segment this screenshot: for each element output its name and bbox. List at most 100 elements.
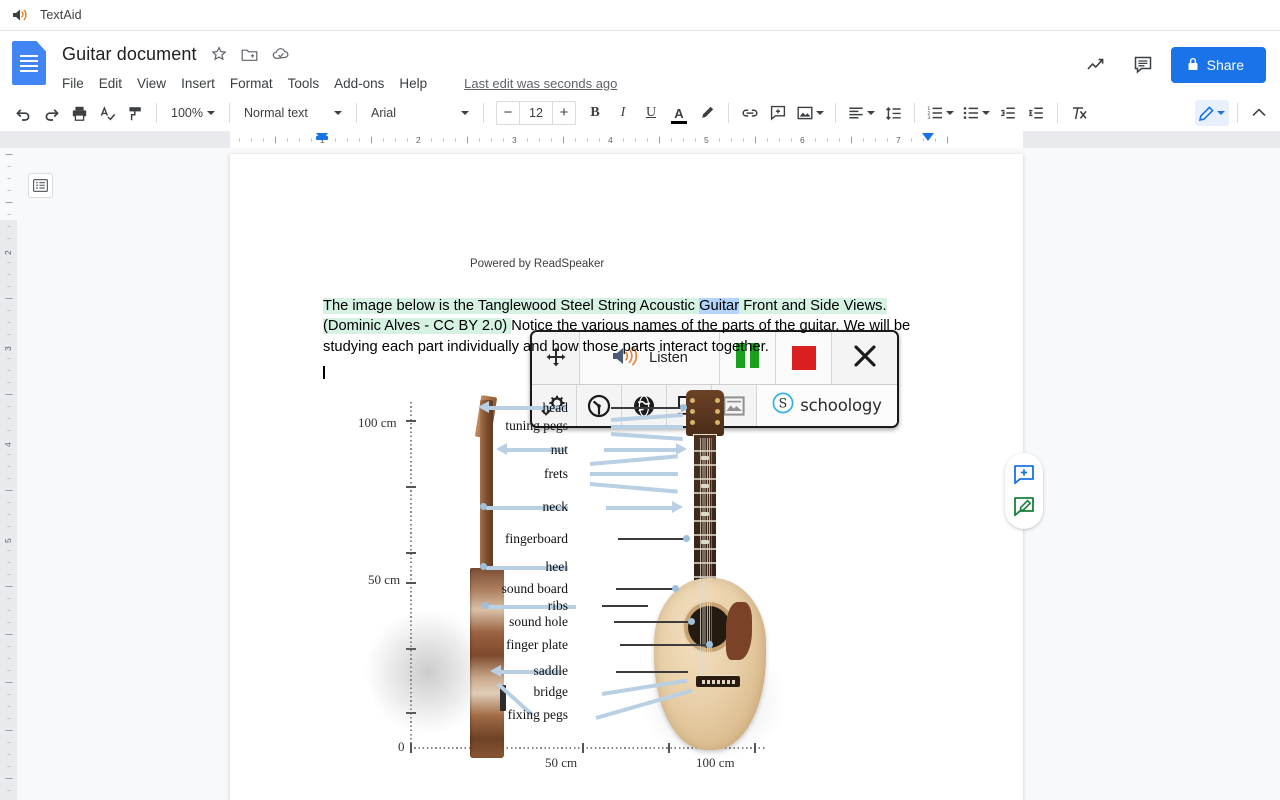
vruler-tick <box>7 166 10 167</box>
ruler-mark-6: 6 <box>800 135 805 145</box>
ruler-tick <box>587 138 588 141</box>
font-size-decrease-button[interactable]: − <box>497 102 519 124</box>
right-indent-marker[interactable] <box>922 133 934 141</box>
vruler-tick <box>7 310 10 311</box>
bold-button[interactable]: B <box>582 100 608 126</box>
menu-help[interactable]: Help <box>399 76 427 91</box>
comment-history-icon[interactable] <box>1125 47 1161 83</box>
google-docs-logo[interactable] <box>12 41 52 85</box>
vruler-tick <box>7 526 10 527</box>
italic-button[interactable]: I <box>610 100 636 126</box>
add-comment-icon[interactable] <box>1011 462 1037 488</box>
align-left-icon[interactable] <box>844 100 878 126</box>
docs-header: Guitar document File Edit View Insert Fo… <box>0 31 1280 95</box>
paint-format-icon[interactable] <box>122 100 148 126</box>
vruler-tick <box>5 490 12 491</box>
underline-button[interactable]: U <box>638 100 664 126</box>
redo-icon[interactable] <box>38 100 64 126</box>
speaker-icon[interactable] <box>12 8 30 22</box>
ruler-tick <box>491 138 492 141</box>
leader-soundhole <box>614 621 690 623</box>
ruler-tick <box>479 138 480 141</box>
font-size-input[interactable]: 12 <box>519 102 553 124</box>
leader-frets-2 <box>590 472 678 476</box>
add-comment-icon[interactable] <box>765 100 791 126</box>
menu-tools[interactable]: Tools <box>288 76 320 91</box>
ruler-tick <box>311 138 312 141</box>
vruler-tick <box>7 322 10 323</box>
page-title[interactable]: Guitar document <box>62 44 197 65</box>
document-paragraph[interactable]: The image below is the Tanglewood Steel … <box>323 296 927 357</box>
link-icon[interactable] <box>737 100 763 126</box>
suggest-edit-icon[interactable] <box>1011 494 1037 520</box>
menu-edit[interactable]: Edit <box>99 76 122 91</box>
vertical-ruler[interactable]: 2345 <box>0 148 17 800</box>
last-edit-status[interactable]: Last edit was seconds ago <box>464 76 617 91</box>
cloud-saved-icon[interactable] <box>272 45 290 63</box>
vruler-tick <box>7 646 10 647</box>
editing-pencil-icon[interactable] <box>1195 100 1229 126</box>
ruler-tick <box>575 138 576 141</box>
menu-file[interactable]: File <box>62 76 84 91</box>
ruler-mark-5: 5 <box>704 135 709 145</box>
paragraph-style-selector[interactable]: Normal text <box>238 100 348 126</box>
chevron-down-icon <box>207 111 215 115</box>
move-to-folder-icon[interactable] <box>241 45 259 63</box>
ruler-tick <box>359 138 360 141</box>
star-icon[interactable] <box>210 45 228 63</box>
font-family-selector[interactable]: Arial <box>365 100 475 126</box>
figure-label-frets: frets <box>508 466 568 482</box>
collapse-toolbar-icon[interactable] <box>1246 100 1272 126</box>
undo-icon[interactable] <box>10 100 36 126</box>
ruler-tick <box>407 138 408 141</box>
increase-indent-icon[interactable] <box>1023 100 1049 126</box>
figure-label-ribs: ribs <box>506 598 568 614</box>
share-button[interactable]: Share <box>1171 47 1266 83</box>
paragraph-part-4: (Dominic Alves - CC BY 2.0) <box>323 318 511 334</box>
leader-soundhole-dot <box>688 618 695 625</box>
menu-format[interactable]: Format <box>230 76 273 91</box>
line-spacing-icon[interactable] <box>880 100 906 126</box>
vruler-tick <box>7 406 10 407</box>
spellcheck-icon[interactable] <box>94 100 120 126</box>
menu-insert[interactable]: Insert <box>181 76 215 91</box>
vruler-mark-3: 3 <box>3 346 13 351</box>
formatting-toolbar: 100% Normal text Arial − 12 + B I U A <box>0 95 1280 131</box>
print-icon[interactable] <box>66 100 92 126</box>
highlight-pen-icon[interactable] <box>694 100 720 126</box>
menu-add-ons[interactable]: Add-ons <box>334 76 384 91</box>
vruler-tick <box>5 730 12 731</box>
vruler-tick <box>7 754 10 755</box>
axis-label-100cm: 100 cm <box>358 415 397 431</box>
chevron-down-icon <box>946 111 954 115</box>
clear-formatting-icon[interactable] <box>1066 100 1092 126</box>
ruler-tick <box>791 138 792 141</box>
guitar-diagram-figure[interactable]: 100 cm 50 cm 0 50 cm 100 cm <box>358 382 818 777</box>
activity-dashboard-icon[interactable] <box>1079 47 1115 83</box>
font-size-increase-button[interactable]: + <box>553 102 575 124</box>
vruler-tick <box>7 334 10 335</box>
vruler-tick <box>5 778 12 779</box>
left-indent-marker[interactable] <box>316 133 328 141</box>
numbered-list-icon[interactable]: 123 <box>923 100 957 126</box>
insert-image-icon[interactable] <box>793 100 827 126</box>
figure-label-fixing-pegs: fixing pegs <box>480 707 568 723</box>
zoom-selector[interactable]: 100% <box>165 100 221 126</box>
horizontal-ruler[interactable]: 1234567 <box>0 131 1280 148</box>
vruler-tick <box>5 202 12 203</box>
text-color-button[interactable]: A <box>666 100 692 126</box>
vruler-tick <box>7 670 10 671</box>
ruler-tick <box>527 138 528 141</box>
ruler-tick <box>755 136 756 143</box>
vruler-tick <box>7 574 10 575</box>
bulleted-list-icon[interactable] <box>959 100 993 126</box>
vruler-tick <box>7 466 10 467</box>
font-size-stepper[interactable]: − 12 + <box>496 101 576 125</box>
decrease-indent-icon[interactable] <box>995 100 1021 126</box>
document-page[interactable]: Listen <box>230 154 1023 800</box>
figure-label-sound-hole: sound hole <box>480 614 568 630</box>
menu-view[interactable]: View <box>137 76 166 91</box>
ruler-tick <box>503 138 504 141</box>
document-outline-icon[interactable] <box>28 173 53 198</box>
figure-label-tuning-pegs: tuning pegs <box>478 418 568 434</box>
